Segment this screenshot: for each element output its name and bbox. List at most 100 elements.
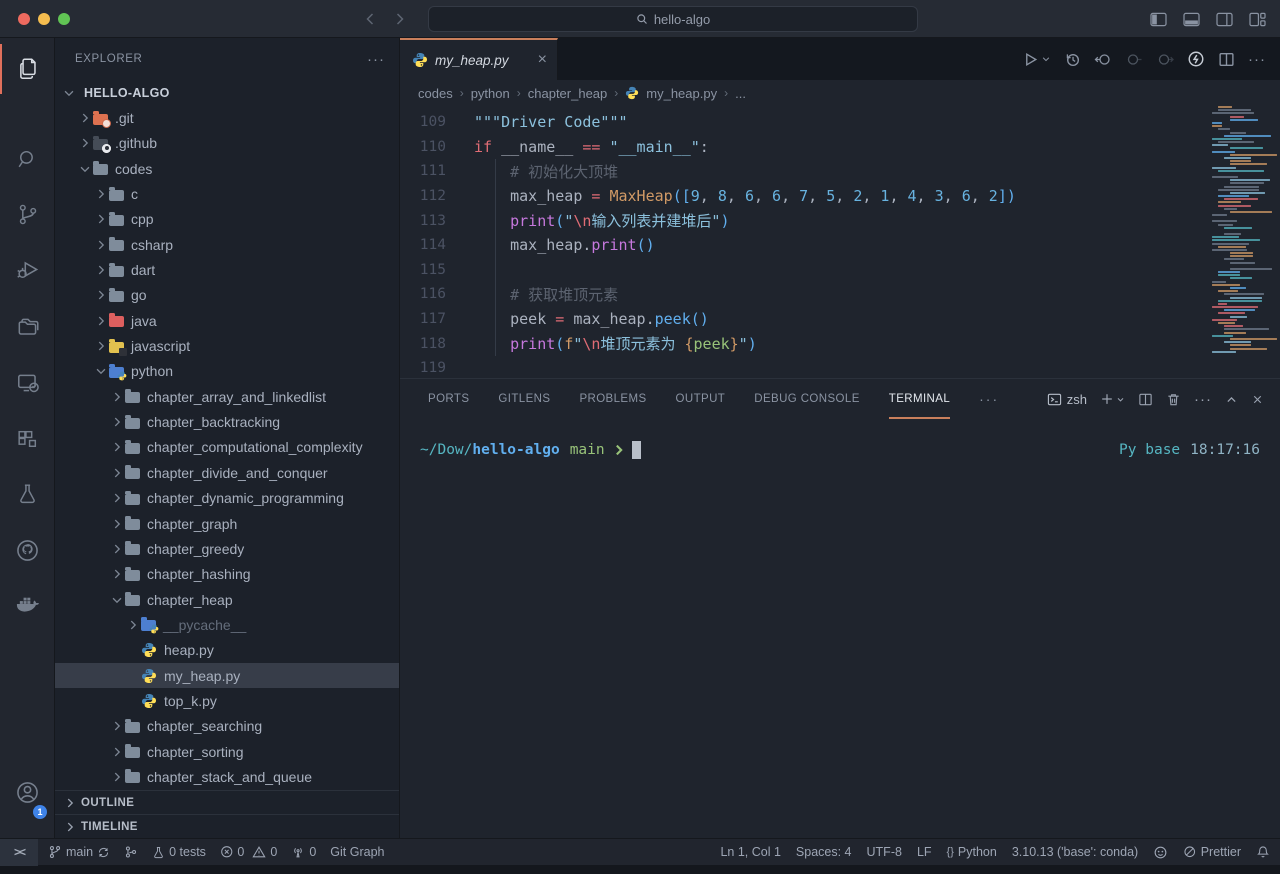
panel-tab-gitlens[interactable]: GITLENS [498,379,550,419]
extensions-icon[interactable] [0,414,55,464]
tree-item--pycache-[interactable]: __pycache__ [55,612,399,637]
breadcrumb-item[interactable]: codes [418,86,453,101]
run-python-file-icon[interactable] [1022,51,1051,68]
timeline-section[interactable]: TIMELINE [55,814,399,838]
tree-item-chapter-graph[interactable]: chapter_graph [55,511,399,536]
tree-item-java[interactable]: java [55,308,399,333]
problems-status[interactable]: 0 0 [220,845,277,859]
tree-item-chapter-divide-and-conquer[interactable]: chapter_divide_and_conquer [55,460,399,485]
panel-tab-output[interactable]: OUTPUT [676,379,726,419]
breadcrumb-item[interactable]: ... [735,86,746,101]
command-center-search[interactable]: hello-algo [428,6,918,32]
new-terminal-icon[interactable] [1100,392,1125,406]
tree-item-my-heap-py[interactable]: my_heap.py [55,663,399,688]
tree-item-top-k-py[interactable]: top_k.py [55,688,399,713]
maximize-panel-icon[interactable] [1225,393,1238,406]
breadcrumb-item[interactable]: my_heap.py [646,86,717,101]
github-icon[interactable] [0,525,55,575]
indentation[interactable]: Spaces: 4 [796,845,852,859]
tree-item-chapter-stack-and-queue[interactable]: chapter_stack_and_queue [55,764,399,789]
timeline-history-icon[interactable] [1064,51,1081,68]
tests-status[interactable]: 0 tests [152,845,206,859]
tree-item--github[interactable]: .github [55,131,399,156]
toggle-secondary-sidebar-icon[interactable] [1216,12,1233,27]
close-panel-icon[interactable] [1251,393,1264,406]
minimize-window-button[interactable] [38,13,50,25]
python-interpreter[interactable]: 3.10.13 ('base': conda) [1012,845,1138,859]
git-graph-button[interactable]: Git Graph [330,845,384,859]
tree-item--git[interactable]: .git [55,105,399,130]
tree-item-chapter-searching[interactable]: chapter_searching [55,714,399,739]
toggle-panel-icon[interactable] [1183,12,1200,27]
shell-selector[interactable]: zsh [1047,392,1087,407]
split-terminal-icon[interactable] [1138,392,1153,407]
tree-item-chapter-heap[interactable]: chapter_heap [55,587,399,612]
close-window-button[interactable] [18,13,30,25]
docker-icon[interactable] [0,579,55,629]
tree-item-csharp[interactable]: csharp [55,232,399,257]
nav-next-change-icon[interactable] [1156,51,1174,68]
tree-item-heap-py[interactable]: heap.py [55,638,399,663]
run-debug-icon[interactable] [0,245,55,295]
folder-library-icon[interactable] [0,302,55,352]
explorer-more-actions-icon[interactable]: ··· [367,51,385,68]
tab-my-heap[interactable]: my_heap.py × [400,38,558,80]
nav-back-icon[interactable] [362,11,378,27]
eol-sequence[interactable]: LF [917,845,932,859]
ports-status[interactable]: 0 [291,845,316,859]
tree-item-chapter-sorting[interactable]: chapter_sorting [55,739,399,764]
tree-item-c[interactable]: c [55,181,399,206]
nav-back-editor-icon[interactable] [1094,51,1112,68]
outline-section[interactable]: OUTLINE [55,790,399,814]
tree-item-dart[interactable]: dart [55,257,399,282]
git-graph-status-icon[interactable] [124,845,138,859]
code-editor[interactable]: 109"""Driver Code"""110if __name__ == "_… [400,106,1280,416]
breadcrumb-item[interactable]: python [471,86,510,101]
panel-more-tabs-icon[interactable]: ··· [979,391,999,407]
remote-indicator[interactable]: >< [0,839,38,866]
remote-explorer-icon[interactable] [0,358,55,408]
tree-item-python[interactable]: python [55,359,399,384]
tree-item-codes[interactable]: codes [55,156,399,181]
notifications-bell-icon[interactable] [1256,845,1270,859]
panel-more-actions-icon[interactable]: ··· [1194,391,1212,408]
minimap[interactable] [1210,106,1276,406]
copilot-icon[interactable] [1153,845,1168,860]
tree-item-cpp[interactable]: cpp [55,207,399,232]
tree-item-chapter-backtracking[interactable]: chapter_backtracking [55,409,399,434]
tree-item-chapter-dynamic-programming[interactable]: chapter_dynamic_programming [55,486,399,511]
kill-terminal-icon[interactable] [1166,392,1181,407]
cursor-position[interactable]: Ln 1, Col 1 [720,845,780,859]
editor-more-actions-icon[interactable]: ··· [1248,51,1266,68]
panel-tab-ports[interactable]: PORTS [428,379,469,419]
panel-tab-debug-console[interactable]: DEBUG CONSOLE [754,379,860,419]
prettier-status[interactable]: Prettier [1183,845,1241,859]
explorer-icon[interactable] [0,44,55,94]
maximize-window-button[interactable] [58,13,70,25]
nav-prev-change-icon[interactable] [1125,51,1143,68]
tree-item-hello-algo[interactable]: HELLO-ALGO [55,80,399,105]
terminal-prompt-line[interactable]: ~/Dow/hello-algo main Py base 18:17:16 [420,441,1260,459]
source-control-icon[interactable] [0,189,55,239]
encoding[interactable]: UTF-8 [867,845,902,859]
tree-item-chapter-greedy[interactable]: chapter_greedy [55,536,399,561]
tree-item-go[interactable]: go [55,283,399,308]
tree-item-chapter-array-and-linkedlist[interactable]: chapter_array_and_linkedlist [55,384,399,409]
language-mode[interactable]: {}Python [947,845,997,859]
customize-layout-icon[interactable] [1249,12,1266,27]
breadcrumb-item[interactable]: chapter_heap [528,86,608,101]
profile-run-icon[interactable] [1187,50,1205,68]
tree-item-chapter-computational-complexity[interactable]: chapter_computational_complexity [55,435,399,460]
nav-forward-icon[interactable] [392,11,408,27]
testing-icon[interactable] [0,468,55,518]
search-sidebar-icon[interactable] [0,134,55,184]
toggle-sidebar-icon[interactable] [1150,12,1167,27]
tree-item-chapter-hashing[interactable]: chapter_hashing [55,562,399,587]
branch-status[interactable]: main [48,845,110,859]
panel-tab-problems[interactable]: PROBLEMS [579,379,646,419]
split-editor-icon[interactable] [1218,51,1235,68]
tree-item-javascript[interactable]: javascript [55,333,399,358]
panel-tab-terminal[interactable]: TERMINAL [889,379,950,419]
tab-close-icon[interactable]: × [538,52,547,68]
account-icon[interactable]: 1 [0,767,55,817]
